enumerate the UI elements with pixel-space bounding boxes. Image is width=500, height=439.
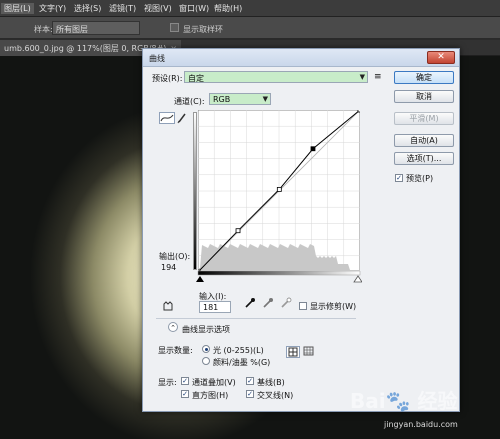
curve-control-point[interactable] xyxy=(357,110,360,113)
preset-select[interactable]: 自定 ▼ xyxy=(184,71,368,83)
preset-value: 自定 xyxy=(188,74,204,83)
menu-bar: 图层(L) 文字(Y) 选择(S) 滤镜(T) 视图(V) 窗口(W) 帮助(H… xyxy=(0,0,500,17)
smooth-button[interactable]: 平滑(M) xyxy=(394,112,454,125)
curve-graph[interactable] xyxy=(198,110,360,272)
grid-detailed-toggle[interactable] xyxy=(303,346,315,358)
options-bar: 样本: 所有图层 显示取样环 xyxy=(0,17,500,39)
baseline-checkbox[interactable]: ✓ xyxy=(246,377,254,385)
output-label: 输出(O): xyxy=(159,252,191,261)
baidu-watermark-url: jingyan.baidu.com xyxy=(384,420,458,429)
pencil-icon xyxy=(177,113,186,124)
eyedropper-icon xyxy=(281,297,292,308)
output-value: 194 xyxy=(161,263,177,272)
curve-control-point[interactable] xyxy=(276,187,282,192)
dialog-title: 曲线 xyxy=(149,54,165,63)
show-label: 显示: xyxy=(158,378,177,387)
intersection-label: 交叉线(N) xyxy=(257,391,294,400)
menu-view[interactable]: 视图(V) xyxy=(144,3,172,14)
intersection-checkbox[interactable]: ✓ xyxy=(246,390,254,398)
curve-options-label: 曲线显示选项 xyxy=(182,325,230,334)
sample-label: 样本: xyxy=(34,25,53,34)
channel-value: RGB xyxy=(213,95,231,104)
black-point-slider[interactable] xyxy=(196,276,204,282)
preset-menu-icon[interactable]: ≡ xyxy=(374,72,382,82)
grid-4-icon xyxy=(288,347,298,357)
curve-icon xyxy=(160,114,174,122)
cancel-button[interactable]: 取消 xyxy=(394,90,454,103)
white-eyedropper[interactable] xyxy=(280,297,292,309)
curve-edit-tool[interactable] xyxy=(159,112,175,124)
light-radio[interactable] xyxy=(202,345,210,353)
preset-label: 预设(R): xyxy=(152,74,183,83)
channel-label: 通道(C): xyxy=(174,97,205,106)
eyedropper-icon xyxy=(263,298,273,308)
pencil-tool[interactable] xyxy=(177,112,187,124)
show-ring-label: 显示取样环 xyxy=(183,25,223,34)
show-ring-checkbox[interactable] xyxy=(170,23,179,32)
curve-control-point[interactable] xyxy=(235,228,241,234)
hand-icon xyxy=(163,301,173,311)
gray-eyedropper[interactable] xyxy=(262,297,274,309)
show-clipping-label: 显示修剪(W) xyxy=(310,302,357,311)
chevron-down-icon: ▼ xyxy=(262,95,268,103)
white-point-slider[interactable] xyxy=(353,275,362,283)
black-eyedropper[interactable] xyxy=(244,297,256,309)
dialog-titlebar[interactable]: 曲线 ✕ xyxy=(143,49,459,67)
hand-adjust-tool[interactable] xyxy=(160,299,176,311)
eyedropper-icon xyxy=(245,298,255,308)
input-field[interactable]: 181 xyxy=(199,301,231,313)
menu-filter[interactable]: 滤镜(T) xyxy=(109,3,136,14)
menu-window[interactable]: 窗口(W) xyxy=(179,3,209,14)
channel-overlays-checkbox[interactable]: ✓ xyxy=(181,377,189,385)
display-amount-label: 显示数量: xyxy=(158,346,193,355)
channel-overlays-label: 通道叠加(V) xyxy=(192,378,236,387)
preview-label: 预览(P) xyxy=(406,174,434,183)
sample-select[interactable]: 所有图层 xyxy=(52,21,140,35)
grid-10-icon xyxy=(303,346,314,356)
ok-button[interactable]: 确定 xyxy=(394,71,454,84)
light-label: 光 (0-255)(L) xyxy=(213,346,264,355)
options-button[interactable]: 选项(T)... xyxy=(394,152,454,165)
divider xyxy=(156,318,356,319)
baseline-label: 基线(B) xyxy=(257,378,285,387)
show-clipping-checkbox[interactable] xyxy=(299,302,307,310)
histogram-label: 直方图(H) xyxy=(192,391,229,400)
input-gradient-bar xyxy=(196,271,362,283)
input-value: 181 xyxy=(203,303,219,312)
pigment-radio[interactable] xyxy=(202,357,210,365)
pigment-label: 颜料/油墨 %(G) xyxy=(213,358,271,367)
collapse-icon[interactable]: ⌃ xyxy=(168,322,178,332)
auto-button[interactable]: 自动(A) xyxy=(394,134,454,147)
channel-select[interactable]: RGB ▼ xyxy=(209,93,271,105)
chevron-down-icon: ▼ xyxy=(359,73,365,81)
curve-control-point[interactable] xyxy=(310,146,316,152)
close-button[interactable]: ✕ xyxy=(427,51,455,64)
histogram-checkbox[interactable]: ✓ xyxy=(181,390,189,398)
menu-help[interactable]: 帮助(H) xyxy=(214,3,242,14)
menu-select[interactable]: 选择(S) xyxy=(74,3,101,14)
output-gradient-bar xyxy=(193,112,197,270)
grid-simple-toggle[interactable] xyxy=(286,346,300,358)
menu-layer[interactable]: 图层(L) xyxy=(1,3,34,14)
preview-checkbox[interactable]: ✓ xyxy=(395,174,403,182)
baidu-watermark-logo: Bai🐾 经验 xyxy=(350,389,458,413)
menu-type[interactable]: 文字(Y) xyxy=(39,3,66,14)
